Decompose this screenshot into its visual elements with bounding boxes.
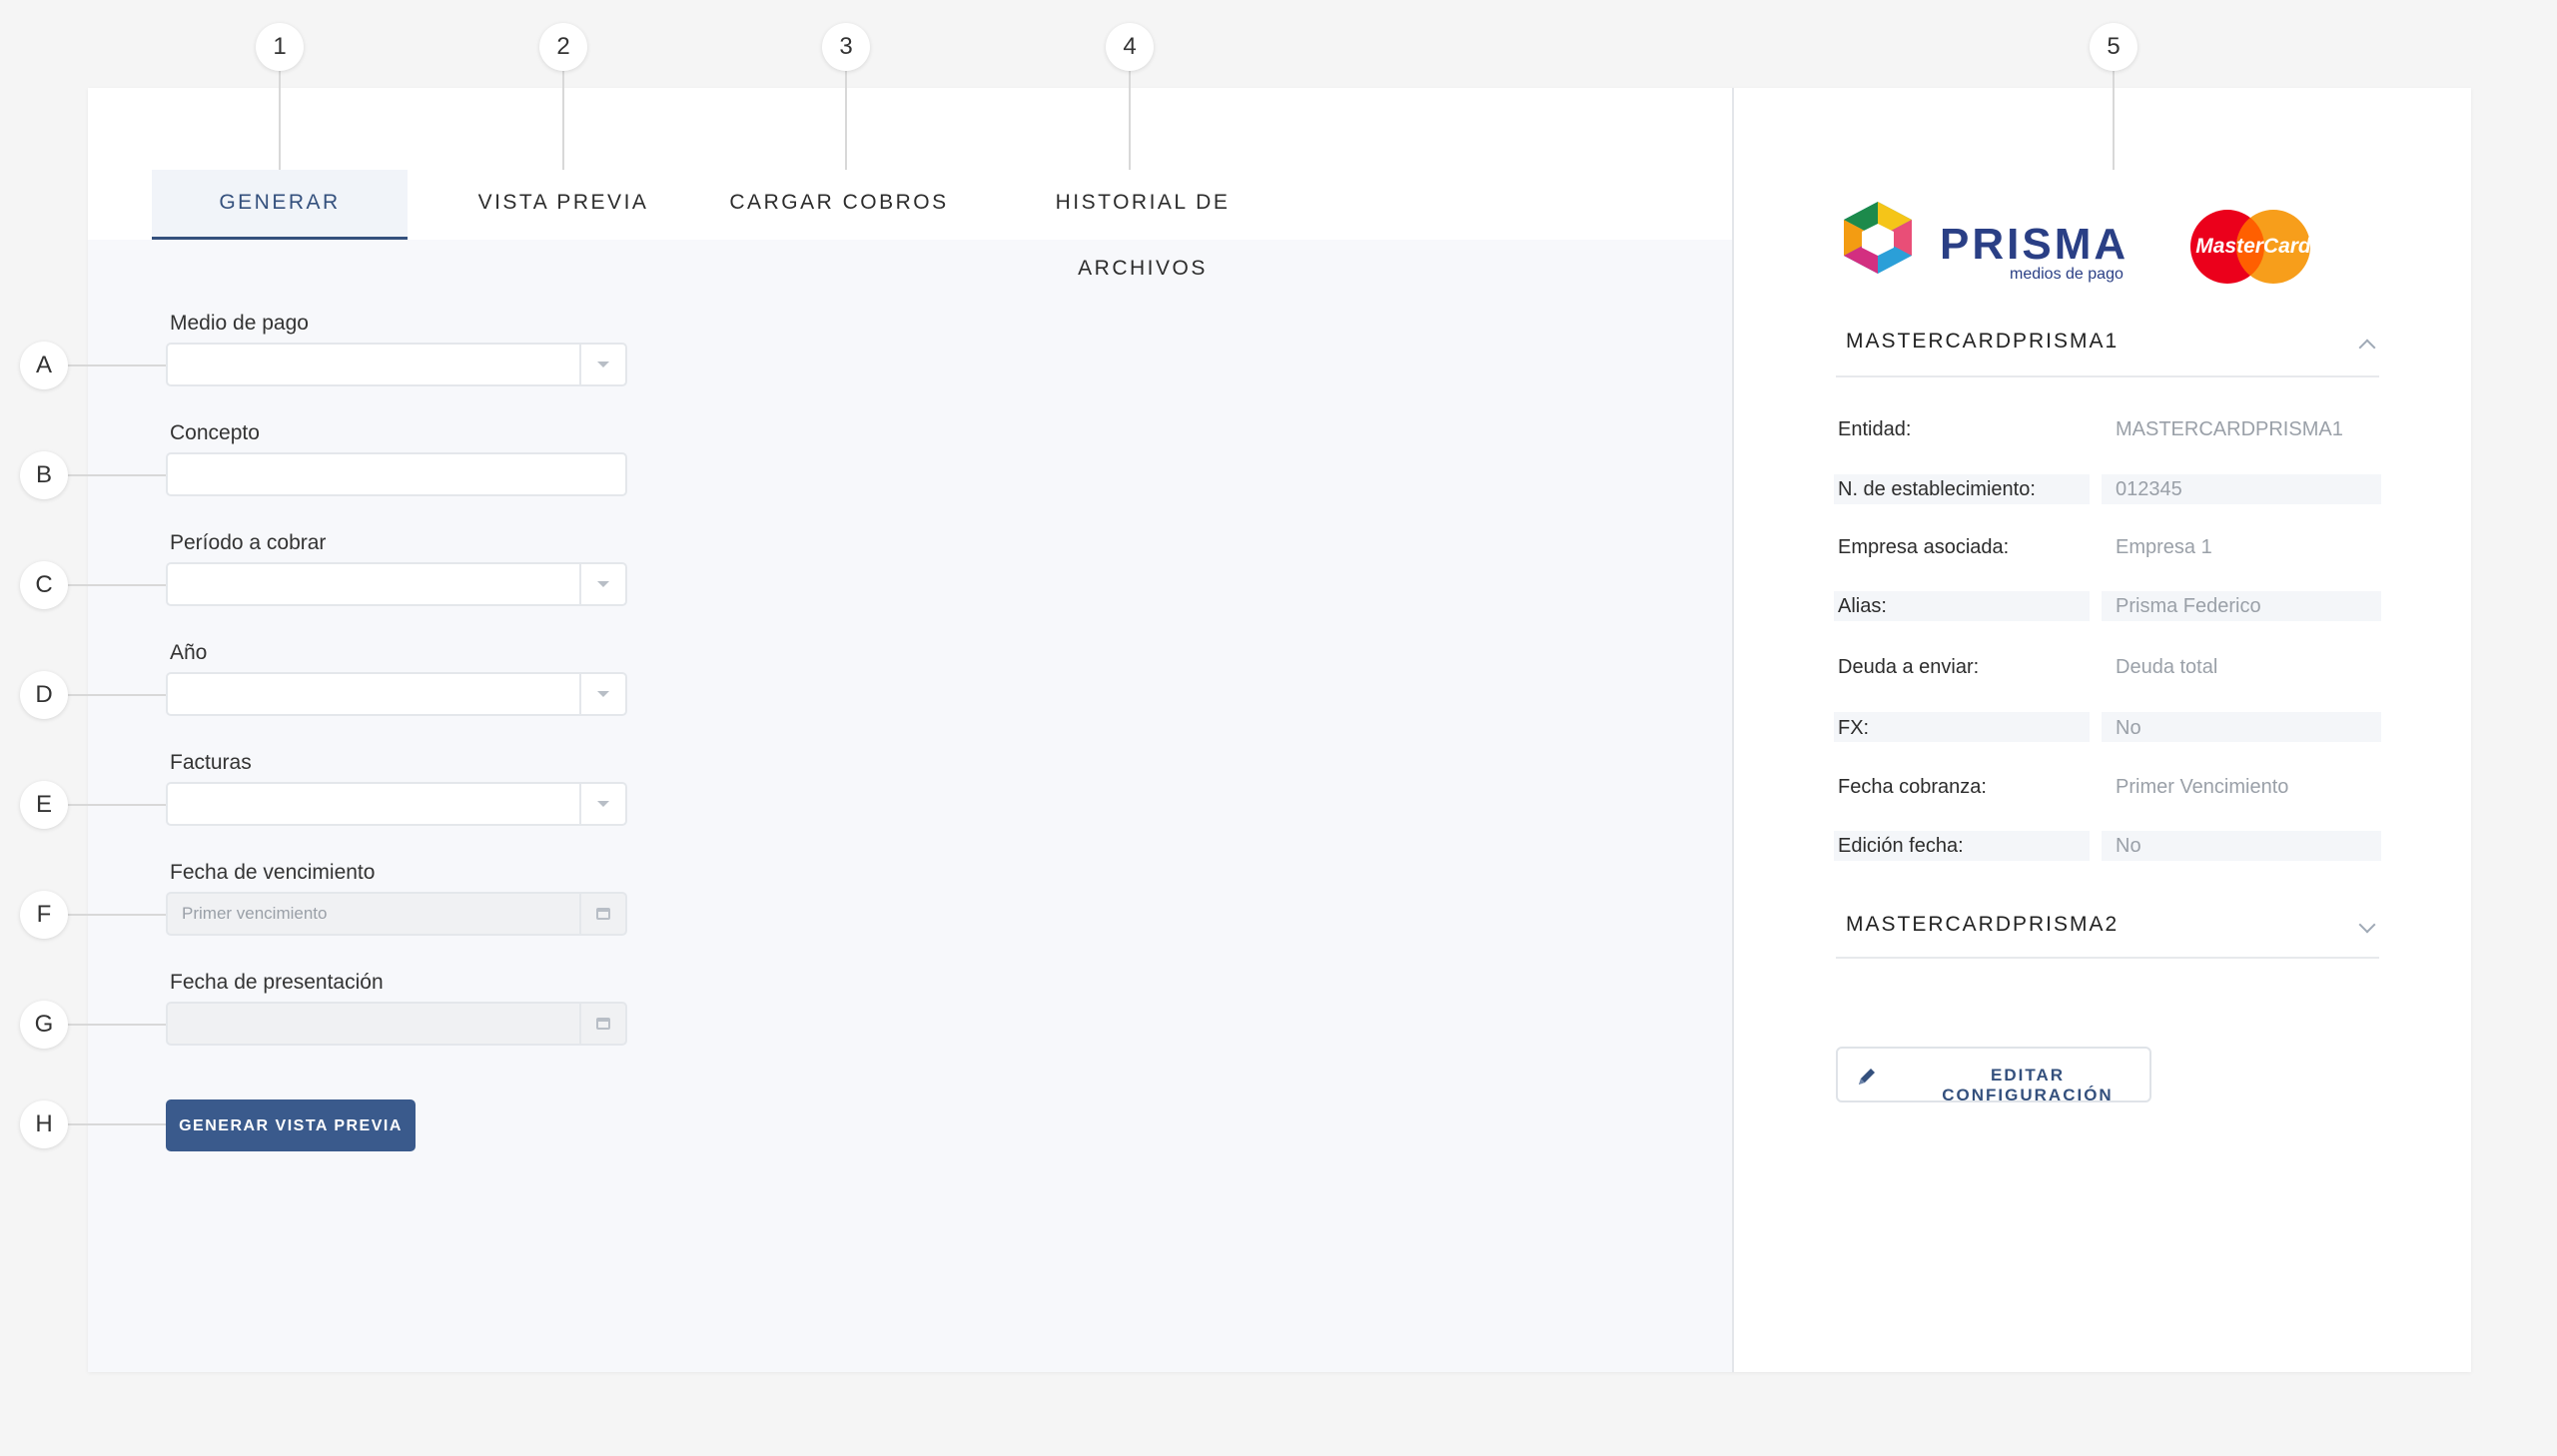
prisma-tagline: medios de pago bbox=[2010, 266, 2124, 283]
callout-h: H bbox=[20, 1100, 68, 1148]
date-picker-toggle[interactable] bbox=[579, 1004, 625, 1044]
mastercard-wordmark: MasterCard bbox=[2195, 235, 2311, 258]
accordion-divider bbox=[1836, 375, 2379, 377]
callout-line-c bbox=[66, 584, 166, 586]
concepto-label: Concepto bbox=[170, 421, 260, 444]
prisma-brand-name: PRISMA bbox=[1940, 220, 2130, 269]
callout-3: 3 bbox=[822, 23, 870, 71]
anio-select[interactable] bbox=[166, 672, 627, 716]
dropdown-toggle[interactable] bbox=[579, 564, 625, 604]
chevron-down-icon bbox=[597, 801, 609, 807]
callout-line-b bbox=[66, 474, 166, 476]
periodo-select[interactable] bbox=[166, 562, 627, 606]
accordion-divider bbox=[1836, 957, 2379, 959]
concepto-input[interactable] bbox=[166, 452, 627, 496]
facturas-select[interactable] bbox=[166, 782, 627, 826]
callout-4: 4 bbox=[1106, 23, 1154, 71]
detail-value: Primer Vencimiento bbox=[2116, 776, 2289, 798]
calendar-icon bbox=[596, 908, 610, 920]
callout-line-2 bbox=[562, 70, 564, 170]
detail-label: N. de establecimiento: bbox=[1838, 478, 2036, 500]
anio-label: Año bbox=[170, 641, 208, 664]
row-stripe bbox=[2102, 712, 2381, 742]
prisma-logo-icon bbox=[1844, 202, 1912, 274]
callout-g: G bbox=[20, 1001, 68, 1049]
detail-label: Alias: bbox=[1838, 595, 1887, 617]
dropdown-toggle[interactable] bbox=[579, 674, 625, 714]
fecha-presentacion-input[interactable] bbox=[166, 1002, 627, 1046]
chevron-down-icon bbox=[597, 691, 609, 697]
callout-b: B bbox=[20, 451, 68, 499]
periodo-label: Período a cobrar bbox=[170, 531, 327, 554]
callout-line-a bbox=[66, 364, 166, 366]
fecha-vencimiento-label: Fecha de vencimiento bbox=[170, 861, 376, 884]
tab-generar[interactable]: GENERAR bbox=[152, 170, 408, 240]
account-header-2[interactable]: MASTERCARDPRISMA2 bbox=[1846, 913, 2119, 937]
detail-value: Empresa 1 bbox=[2116, 536, 2212, 558]
callout-a: A bbox=[20, 342, 68, 389]
callout-line-5 bbox=[2113, 70, 2115, 170]
callout-line-f bbox=[66, 914, 166, 916]
account-header-1[interactable]: MASTERCARDPRISMA1 bbox=[1846, 330, 2119, 354]
dropdown-toggle[interactable] bbox=[579, 784, 625, 824]
callout-f: F bbox=[20, 891, 68, 939]
callout-line-h bbox=[66, 1123, 166, 1125]
detail-label: Edición fecha: bbox=[1838, 835, 1964, 857]
callout-line-g bbox=[66, 1024, 166, 1026]
row-stripe bbox=[2102, 831, 2381, 861]
callout-line-1 bbox=[279, 70, 281, 170]
detail-label: Deuda a enviar: bbox=[1838, 656, 1980, 678]
callout-d: D bbox=[20, 671, 68, 719]
chevron-down-icon bbox=[597, 581, 609, 587]
detail-value: Deuda total bbox=[2116, 656, 2218, 678]
detail-label: Fecha cobranza: bbox=[1838, 776, 1987, 798]
callout-line-3 bbox=[845, 70, 847, 170]
chevron-down-icon bbox=[597, 362, 609, 367]
generar-vista-previa-button[interactable]: GENERAR VISTA PREVIA bbox=[166, 1099, 416, 1151]
callout-2: 2 bbox=[539, 23, 587, 71]
fecha-presentacion-label: Fecha de presentación bbox=[170, 971, 384, 994]
callout-c: C bbox=[20, 561, 68, 609]
editar-configuracion-label: EDITAR CONFIGURACIÓN bbox=[1942, 1066, 2114, 1104]
medio-de-pago-select[interactable] bbox=[166, 343, 627, 386]
detail-value: MASTERCARDPRISMA1 bbox=[2116, 418, 2343, 440]
calendar-icon bbox=[596, 1018, 610, 1030]
tab-historial-de-archivos[interactable]: HISTORIAL DE ARCHIVOS bbox=[995, 170, 1290, 280]
detail-value: No bbox=[2116, 717, 2141, 739]
detail-value: Prisma Federico bbox=[2116, 595, 2261, 617]
dropdown-toggle[interactable] bbox=[579, 345, 625, 384]
fecha-vencimiento-input[interactable]: Primer vencimiento bbox=[166, 892, 627, 936]
detail-label: FX: bbox=[1838, 717, 1870, 739]
callout-5: 5 bbox=[2090, 23, 2137, 71]
panel-divider bbox=[1732, 88, 1734, 1372]
detail-label: Empresa asociada: bbox=[1838, 536, 2010, 558]
callout-1: 1 bbox=[256, 23, 304, 71]
callout-e: E bbox=[20, 781, 68, 829]
facturas-label: Facturas bbox=[170, 751, 252, 774]
date-picker-toggle[interactable] bbox=[579, 894, 625, 934]
callout-line-d bbox=[66, 694, 166, 696]
detail-value: 012345 bbox=[2116, 478, 2182, 500]
tab-vista-previa[interactable]: VISTA PREVIA bbox=[459, 170, 667, 240]
medio-de-pago-label: Medio de pago bbox=[170, 312, 309, 335]
fecha-vencimiento-placeholder: Primer vencimiento bbox=[182, 904, 328, 923]
callout-line-4 bbox=[1129, 70, 1131, 170]
tab-cargar-cobros[interactable]: CARGAR COBROS bbox=[729, 170, 949, 240]
detail-label: Entidad: bbox=[1838, 418, 1912, 440]
row-stripe bbox=[1834, 712, 2090, 742]
editar-configuracion-button[interactable]: EDITAR CONFIGURACIÓN bbox=[1836, 1047, 2151, 1104]
callout-line-e bbox=[66, 804, 166, 806]
detail-value: No bbox=[2116, 835, 2141, 857]
pencil-icon bbox=[1859, 1069, 1875, 1085]
